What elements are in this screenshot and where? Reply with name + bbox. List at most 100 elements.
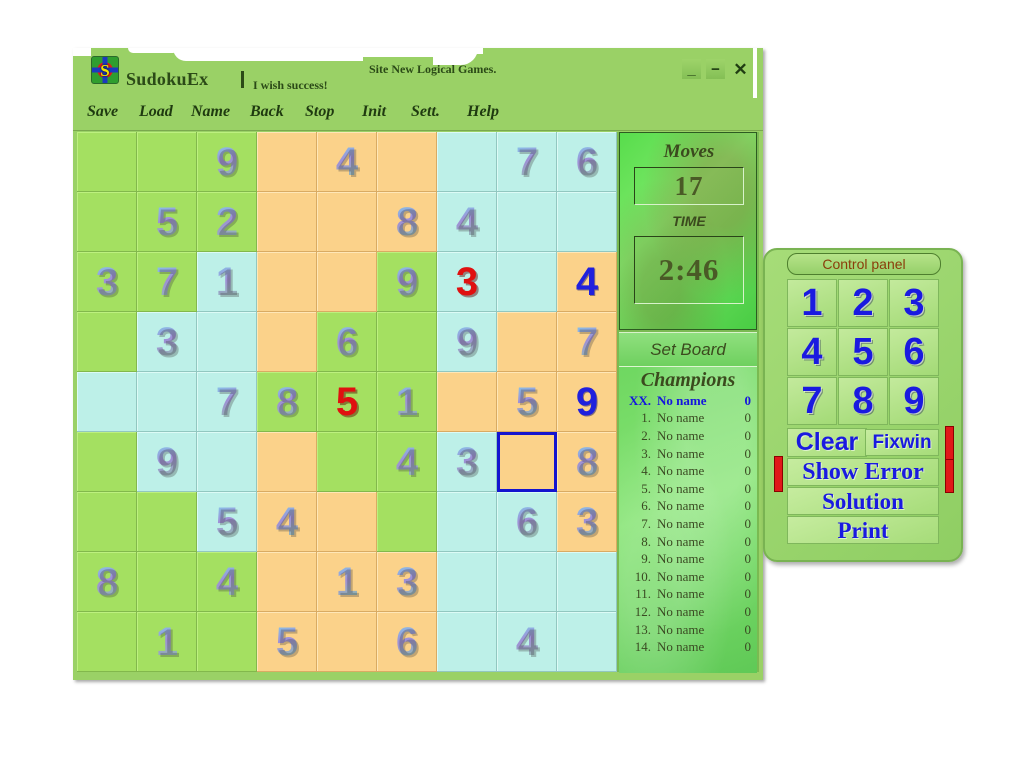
board-cell[interactable] bbox=[557, 612, 617, 672]
sudoku-board[interactable]: 9476528437193436977851599438546384131564 bbox=[77, 132, 617, 672]
board-cell[interactable]: 9 bbox=[137, 432, 197, 492]
board-cell[interactable]: 4 bbox=[557, 252, 617, 312]
print-button[interactable]: Print bbox=[787, 516, 939, 544]
board-cell[interactable] bbox=[257, 132, 317, 192]
board-cell[interactable]: 4 bbox=[317, 132, 377, 192]
board-cell[interactable]: 7 bbox=[197, 372, 257, 432]
panel-handle-left[interactable] bbox=[774, 456, 783, 492]
board-cell[interactable] bbox=[197, 612, 257, 672]
numpad-key-1[interactable]: 1 bbox=[787, 279, 837, 327]
board-cell[interactable] bbox=[557, 552, 617, 612]
numpad-key-9[interactable]: 9 bbox=[889, 377, 939, 425]
board-cell[interactable] bbox=[77, 312, 137, 372]
board-cell[interactable]: 6 bbox=[497, 492, 557, 552]
numpad-key-7[interactable]: 7 bbox=[787, 377, 837, 425]
board-cell[interactable] bbox=[137, 492, 197, 552]
board-cell[interactable] bbox=[437, 372, 497, 432]
board-cell[interactable] bbox=[137, 132, 197, 192]
board-cell[interactable] bbox=[77, 612, 137, 672]
board-cell[interactable] bbox=[257, 432, 317, 492]
board-cell[interactable] bbox=[257, 192, 317, 252]
board-cell[interactable] bbox=[77, 132, 137, 192]
minimize-button[interactable]: _ bbox=[682, 59, 701, 79]
board-cell[interactable]: 3 bbox=[437, 252, 497, 312]
board-cell[interactable] bbox=[377, 312, 437, 372]
board-cell[interactable]: 3 bbox=[77, 252, 137, 312]
board-cell[interactable]: 8 bbox=[257, 372, 317, 432]
board-cell[interactable]: 5 bbox=[497, 372, 557, 432]
panel-handle-right-lower[interactable] bbox=[945, 459, 954, 493]
menu-item-stop[interactable]: Stop bbox=[305, 103, 334, 121]
board-cell[interactable]: 4 bbox=[437, 192, 497, 252]
board-cell[interactable] bbox=[497, 312, 557, 372]
board-cell[interactable]: 5 bbox=[257, 612, 317, 672]
board-cell[interactable]: 4 bbox=[377, 432, 437, 492]
board-cell[interactable]: 9 bbox=[437, 312, 497, 372]
board-cell[interactable]: 6 bbox=[557, 132, 617, 192]
board-cell[interactable] bbox=[497, 552, 557, 612]
board-cell[interactable] bbox=[77, 432, 137, 492]
set-board-button[interactable]: Set Board bbox=[619, 332, 757, 366]
board-cell[interactable]: 7 bbox=[137, 252, 197, 312]
board-cell[interactable]: 9 bbox=[557, 372, 617, 432]
menu-item-save[interactable]: Save bbox=[87, 103, 118, 121]
board-cell[interactable] bbox=[437, 492, 497, 552]
panel-handle-right-upper[interactable] bbox=[945, 426, 954, 460]
board-cell[interactable] bbox=[257, 552, 317, 612]
board-cell[interactable] bbox=[497, 252, 557, 312]
clear-button[interactable]: Clear bbox=[787, 428, 867, 457]
board-cell[interactable] bbox=[197, 432, 257, 492]
board-cell[interactable] bbox=[317, 432, 377, 492]
close-icon[interactable]: ✕ bbox=[731, 59, 750, 79]
board-cell[interactable]: 6 bbox=[317, 312, 377, 372]
board-cell[interactable] bbox=[557, 192, 617, 252]
board-cell[interactable]: 6 bbox=[377, 612, 437, 672]
board-cell[interactable]: 9 bbox=[197, 132, 257, 192]
menu-item-back[interactable]: Back bbox=[250, 103, 284, 121]
numpad-key-3[interactable]: 3 bbox=[889, 279, 939, 327]
board-cell[interactable] bbox=[77, 372, 137, 432]
board-cell[interactable] bbox=[77, 492, 137, 552]
board-cell[interactable]: 3 bbox=[557, 492, 617, 552]
board-cell[interactable] bbox=[377, 132, 437, 192]
board-cell[interactable] bbox=[497, 432, 557, 492]
board-cell[interactable]: 1 bbox=[137, 612, 197, 672]
board-cell[interactable]: 5 bbox=[197, 492, 257, 552]
fixwin-button[interactable]: Fixwin bbox=[865, 429, 939, 456]
board-cell[interactable]: 8 bbox=[77, 552, 137, 612]
board-cell[interactable]: 9 bbox=[377, 252, 437, 312]
show-error-button[interactable]: Show Error bbox=[787, 458, 939, 486]
board-cell[interactable]: 8 bbox=[557, 432, 617, 492]
board-cell[interactable] bbox=[497, 192, 557, 252]
board-cell[interactable] bbox=[377, 492, 437, 552]
board-cell[interactable] bbox=[317, 492, 377, 552]
board-cell[interactable]: 3 bbox=[377, 552, 437, 612]
numpad-key-4[interactable]: 4 bbox=[787, 328, 837, 376]
number-keypad[interactable]: 123 456 789 bbox=[787, 279, 939, 426]
board-cell[interactable]: 4 bbox=[257, 492, 317, 552]
board-cell[interactable]: 8 bbox=[377, 192, 437, 252]
board-cell[interactable]: 4 bbox=[497, 612, 557, 672]
numpad-key-2[interactable]: 2 bbox=[838, 279, 888, 327]
board-cell[interactable] bbox=[437, 552, 497, 612]
board-cell[interactable] bbox=[137, 552, 197, 612]
board-cell[interactable]: 3 bbox=[137, 312, 197, 372]
board-cell[interactable] bbox=[317, 612, 377, 672]
board-cell[interactable] bbox=[257, 252, 317, 312]
menu-item-load[interactable]: Load bbox=[139, 103, 173, 121]
board-cell[interactable]: 7 bbox=[557, 312, 617, 372]
board-cell[interactable]: 1 bbox=[317, 552, 377, 612]
board-cell[interactable] bbox=[437, 132, 497, 192]
maximize-button[interactable]: − bbox=[706, 59, 725, 79]
board-cell[interactable]: 4 bbox=[197, 552, 257, 612]
numpad-key-8[interactable]: 8 bbox=[838, 377, 888, 425]
menu-item-name[interactable]: Name bbox=[191, 103, 230, 121]
board-cell[interactable]: 5 bbox=[317, 372, 377, 432]
board-cell[interactable] bbox=[317, 252, 377, 312]
board-cell[interactable]: 3 bbox=[437, 432, 497, 492]
board-cell[interactable] bbox=[257, 312, 317, 372]
menu-item-help[interactable]: Help bbox=[467, 103, 499, 121]
board-cell[interactable] bbox=[437, 612, 497, 672]
numpad-key-5[interactable]: 5 bbox=[838, 328, 888, 376]
numpad-key-6[interactable]: 6 bbox=[889, 328, 939, 376]
